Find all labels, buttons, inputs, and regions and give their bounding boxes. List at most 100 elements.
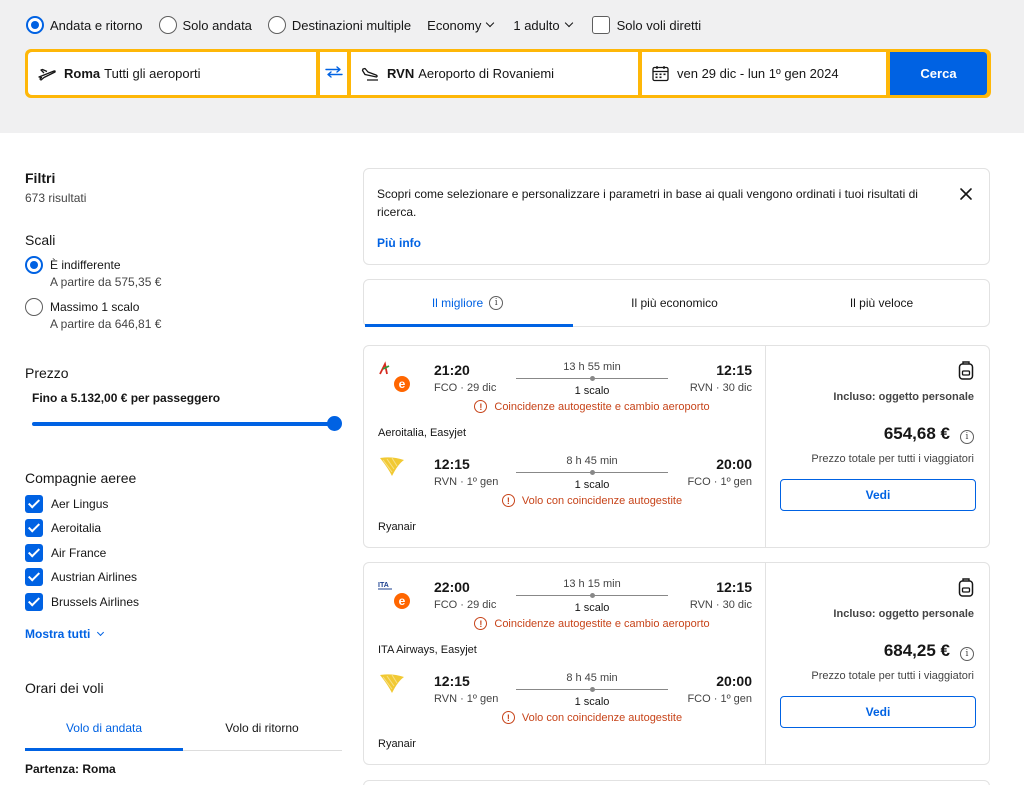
price-slider-track[interactable] [32, 422, 334, 426]
ita-easyjet-logo: ITA e [378, 577, 414, 613]
departure-time: 21:20 [434, 362, 470, 378]
price-slider-handle[interactable] [327, 416, 342, 431]
flight-duration: 8 h 45 min [566, 672, 618, 684]
radio-stops-max1[interactable] [25, 298, 43, 316]
airline-air-france[interactable]: Air France [25, 544, 106, 562]
destination-field[interactable]: RVN Aeroporto di Rovaniemi [351, 52, 638, 95]
price-note: Prezzo totale per tutti i viaggiatori [811, 670, 974, 682]
airline-checkbox[interactable] [25, 495, 43, 513]
trip-round-label: Andata e ritorno [50, 17, 143, 33]
chevron-down-icon [486, 18, 495, 28]
trip-round-option[interactable]: Andata e ritorno [26, 16, 143, 34]
price-info[interactable]: i [960, 643, 974, 661]
price-title: Prezzo [25, 365, 69, 381]
tab-fastest-label: Il più veloce [849, 296, 914, 310]
radio-multi[interactable] [267, 16, 286, 34]
trip-oneway-option[interactable]: Solo andata [158, 16, 252, 34]
included-baggage: Incluso: oggetto personale [833, 608, 974, 620]
flight-duration: 13 h 55 min [563, 361, 621, 373]
carrier-name: Ryanair [378, 521, 416, 533]
tab-best[interactable]: Il migliore i [364, 296, 571, 310]
close-icon[interactable] [959, 187, 973, 201]
show-all-label: Mostra tutti [25, 627, 91, 641]
sorting-info-banner: Scopri come selezionare e personalizzare… [363, 168, 990, 265]
airline-checkbox[interactable] [25, 568, 43, 586]
stops-max1-label: Massimo 1 scalo [50, 300, 140, 314]
radio-stops-any[interactable] [25, 256, 43, 274]
price-note: Prezzo totale per tutti i viaggiatori [811, 453, 974, 465]
passengers-label: 1 adulto [513, 17, 560, 33]
airline-label: Aeroitalia [51, 521, 102, 535]
show-all-airlines-link[interactable]: Mostra tutti [25, 627, 105, 641]
tab-underline [25, 748, 183, 751]
view-deal-button[interactable]: Vedi [780, 479, 976, 511]
bag-icon [958, 360, 974, 380]
return-leg: 12:15 RVN · 1º gen 8 h 45 min 1 scalo 20… [364, 440, 764, 533]
airline-brussels[interactable]: Brussels Airlines [25, 593, 139, 611]
passengers-dropdown[interactable]: 1 adulto [513, 17, 573, 33]
svg-text:ITA: ITA [378, 582, 389, 589]
info-icon[interactable]: i [960, 647, 974, 661]
warning-text: Volo con coincidenze autogestite [521, 711, 683, 724]
airline-aer-lingus[interactable]: Aer Lingus [25, 495, 108, 513]
flight-result-card-partial[interactable] [363, 780, 990, 785]
bag-icon [958, 577, 974, 597]
price-max-label: Fino a 5.132,00 € per passeggero [32, 391, 221, 405]
radio-oneway[interactable] [158, 16, 177, 34]
stops-count: 1 scalo [574, 696, 610, 708]
flight-result-card[interactable]: ITA e 22:00 FCO · 29 dic 13 h 15 min 1 sc… [363, 562, 990, 765]
flight-times-title: Orari dei voli [25, 680, 104, 696]
search-button[interactable]: Cerca [890, 52, 987, 95]
arrival-time: 20:00 [716, 456, 752, 472]
direct-only-option[interactable]: Solo voli diretti [591, 16, 701, 34]
chevron-down-icon [97, 628, 105, 636]
tab-cheapest[interactable]: Il più economico [571, 296, 778, 310]
stop-dot [590, 376, 595, 381]
arrival-airport: RVN · 30 dic [689, 382, 752, 394]
tab-outbound[interactable]: Volo di andata [25, 721, 183, 735]
radio-round[interactable] [26, 16, 44, 34]
tab-return[interactable]: Volo di ritorno [183, 721, 341, 735]
arrival-airport: FCO · 1º gen [687, 693, 752, 705]
route-line [516, 593, 668, 598]
tab-fastest[interactable]: Il più veloce [778, 296, 985, 310]
calendar-icon [652, 65, 669, 82]
stops-max1-price: A partire da 646,81 € [50, 317, 162, 331]
flight-result-card[interactable]: e 21:20 FCO · 29 dic 13 h 55 min 1 scalo… [363, 345, 990, 548]
more-info-link[interactable]: Più info [377, 236, 421, 250]
connection-warning: ! Coincidenze autogestite e cambio aerop… [364, 400, 820, 413]
stops-count: 1 scalo [574, 385, 610, 397]
swap-button[interactable] [320, 52, 347, 95]
stops-title: Scali [25, 232, 56, 248]
carrier-name: ITA Airways, Easyjet [378, 644, 477, 656]
ryanair-logo [378, 671, 414, 707]
connection-warning: ! Coincidenze autogestite e cambio aerop… [364, 617, 820, 630]
arrival-airport: FCO · 1º gen [687, 476, 752, 488]
info-icon[interactable]: i [489, 296, 504, 310]
sorting-info-text: Scopri come selezionare e personalizzare… [377, 187, 918, 219]
tab-cheapest-label: Il più economico [631, 296, 718, 310]
stops-any-option[interactable]: È indifferente A partire da 575,35 € [25, 256, 161, 291]
search-header: Andata e ritorno Solo andata Destinazion… [0, 0, 1024, 133]
flight-duration: 8 h 45 min [566, 455, 618, 467]
stops-max1-option[interactable]: Massimo 1 scalo A partire da 646,81 € [25, 298, 161, 333]
direct-only-checkbox[interactable] [591, 16, 610, 34]
trip-multi-option[interactable]: Destinazioni multiple [267, 16, 412, 34]
warning-icon: ! [501, 494, 515, 507]
price-info[interactable]: i [960, 426, 974, 444]
airline-austrian[interactable]: Austrian Airlines [25, 568, 137, 586]
plane-landing-icon [361, 67, 379, 81]
departure-label: Partenza: Roma [25, 762, 116, 776]
airline-aeroitalia[interactable]: Aeroitalia [25, 519, 101, 537]
carrier-name: Aeroitalia, Easyjet [378, 427, 467, 439]
flight-duration: 13 h 15 min [563, 578, 621, 590]
origin-field[interactable]: Roma Tutti gli aeroporti [28, 52, 316, 95]
view-deal-button[interactable]: Vedi [780, 696, 976, 728]
info-icon[interactable]: i [960, 430, 974, 444]
dates-field[interactable]: ven 29 dic - lun 1º gen 2024 [642, 52, 886, 95]
cabin-dropdown[interactable]: Economy [427, 18, 495, 33]
airline-checkbox[interactable] [25, 593, 43, 611]
airline-checkbox[interactable] [25, 544, 43, 562]
trip-multi-label: Destinazioni multiple [291, 17, 412, 33]
airline-checkbox[interactable] [25, 519, 43, 537]
